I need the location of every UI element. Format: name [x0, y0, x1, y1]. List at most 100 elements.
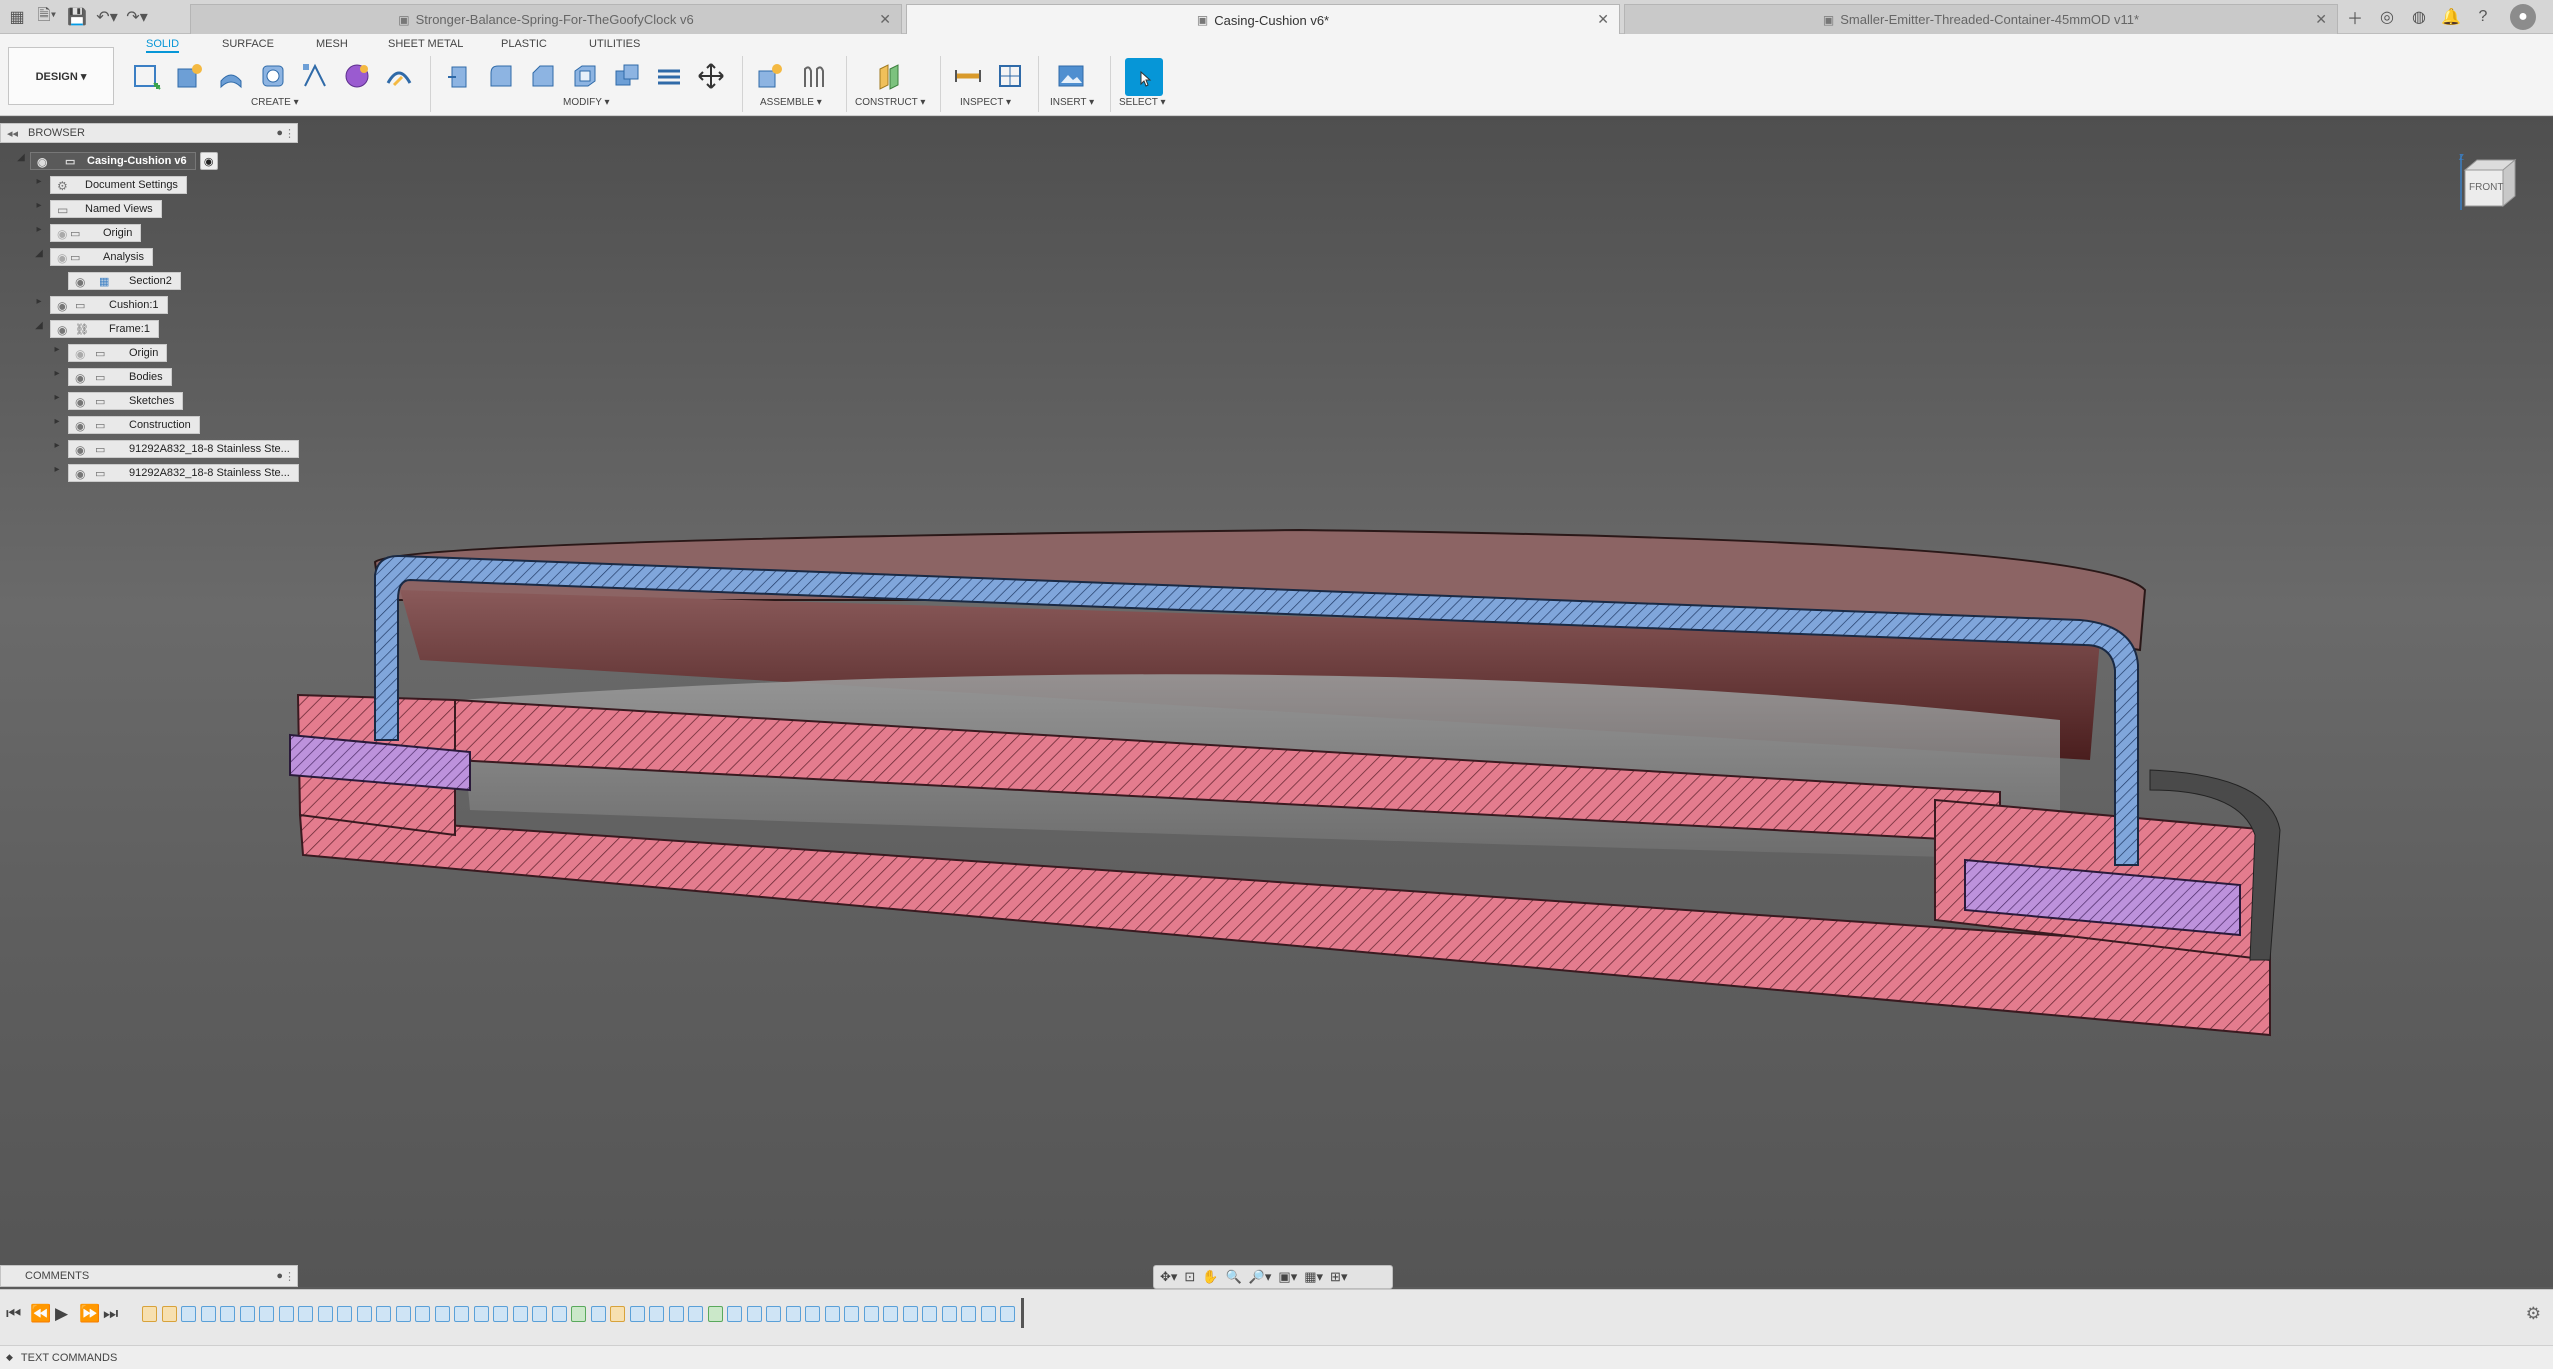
tab-plastic[interactable]: PLASTIC	[501, 35, 547, 53]
shell-icon[interactable]	[567, 58, 603, 94]
expand-arrow-icon[interactable]: ▸	[50, 392, 64, 403]
timeline-feature-icon[interactable]	[961, 1306, 976, 1322]
visibility-eye-icon[interactable]: ◉	[75, 466, 85, 482]
panel-grip-icon[interactable]: ⋮	[284, 1270, 295, 1283]
timeline-feature-icon[interactable]	[532, 1306, 547, 1322]
document-tab-1[interactable]: ▣ Casing-Cushion v6* ✕	[906, 4, 1620, 35]
panel-grip-icon[interactable]: ⋮	[284, 127, 295, 140]
gear-icon[interactable]: ⚙	[2526, 1304, 2541, 1324]
pan-icon[interactable]: ✋	[1202, 1269, 1218, 1285]
help-icon[interactable]: ?	[2470, 4, 2496, 30]
app-grid-icon[interactable]: ▦	[4, 4, 30, 30]
timeline-feature-icon[interactable]	[220, 1306, 235, 1322]
timeline-feature-icon[interactable]	[785, 1306, 801, 1322]
timeline-feature-icon[interactable]	[610, 1306, 625, 1322]
zoom-icon[interactable]: 🔍	[1226, 1269, 1242, 1285]
viewcube-face-label[interactable]: FRONT	[2469, 182, 2503, 193]
press-pull-icon[interactable]	[441, 58, 477, 94]
rib-icon[interactable]	[381, 58, 417, 94]
collapse-arrow-icon[interactable]: ◢	[14, 152, 28, 163]
select-icon[interactable]	[1125, 58, 1163, 96]
expand-arrow-icon[interactable]: ▸	[32, 296, 46, 307]
timeline-feature-icon[interactable]	[590, 1306, 606, 1322]
timeline-feature-icon[interactable]	[688, 1306, 703, 1322]
viewports-icon[interactable]: ⊞▾	[1330, 1269, 1347, 1285]
timeline-feature-icon[interactable]	[239, 1306, 255, 1322]
tab-surface[interactable]: SURFACE	[222, 35, 274, 53]
close-tab-icon[interactable]: ✕	[1597, 11, 1609, 28]
timeline-feature-icon[interactable]	[181, 1306, 196, 1322]
browser-panel-header[interactable]: ◂◂ BROWSER ● ⋮	[0, 123, 298, 143]
timeline-feature-icon[interactable]	[512, 1306, 528, 1322]
timeline-feature-icon[interactable]	[259, 1306, 274, 1322]
combine-icon[interactable]	[609, 58, 645, 94]
timeline-feature-icon[interactable]	[805, 1306, 820, 1322]
grid-settings-icon[interactable]: ▦▾	[1304, 1269, 1323, 1285]
tree-item-analysis[interactable]: ◉ ▭ Analysis	[50, 248, 153, 266]
measure-icon[interactable]	[950, 58, 986, 94]
select-group-label[interactable]: SELECT ▾	[1119, 97, 1166, 108]
expand-arrow-icon[interactable]: ▸	[50, 416, 64, 427]
tab-solid[interactable]: SOLID	[146, 35, 180, 53]
timeline-feature-icon[interactable]	[376, 1306, 391, 1322]
create-group-label[interactable]: CREATE ▾	[251, 97, 299, 108]
pin-icon[interactable]: ●	[276, 1270, 283, 1282]
visibility-eye-icon[interactable]: ◉	[75, 442, 85, 458]
tree-item-bodies[interactable]: ◉ ▭ Bodies	[68, 368, 172, 386]
go-to-start-icon[interactable]: ⏮	[6, 1304, 21, 1324]
timeline-feature-icon[interactable]	[629, 1306, 645, 1322]
timeline-feature-icon[interactable]	[317, 1306, 333, 1322]
tree-item-section2[interactable]: ◉ ▦ Section2	[68, 272, 181, 290]
tree-item-sketches[interactable]: ◉ ▭ Sketches	[68, 392, 184, 410]
timeline-feature-icon[interactable]	[883, 1306, 898, 1322]
timeline-feature-icon[interactable]	[337, 1306, 352, 1322]
timeline-feature-icon[interactable]	[298, 1306, 313, 1322]
timeline-feature-icon[interactable]	[493, 1306, 508, 1322]
step-forward-icon[interactable]: ⏩	[79, 1304, 100, 1324]
loft-icon[interactable]	[339, 58, 375, 94]
timeline-feature-icon[interactable]	[454, 1306, 469, 1322]
file-menu-icon[interactable]: 🗎▾	[34, 4, 60, 30]
tab-utilities[interactable]: UTILITIES	[589, 35, 640, 53]
collapse-arrow-icon[interactable]: ◢	[32, 248, 46, 259]
3d-viewport[interactable]	[0, 117, 2553, 1287]
expand-arrow-icon[interactable]: ▸	[32, 200, 46, 211]
expand-arrow-icon[interactable]: ▸	[50, 464, 64, 475]
tab-mesh[interactable]: MESH	[316, 35, 348, 53]
timeline-feature-icon[interactable]	[278, 1306, 294, 1322]
collapse-arrow-icon[interactable]: ◢	[32, 320, 46, 331]
notifications-icon[interactable]: 🔔	[2438, 4, 2464, 30]
timeline-feature-icon[interactable]	[434, 1306, 450, 1322]
timeline-feature-icon[interactable]	[727, 1306, 742, 1322]
timeline-feature-icon[interactable]	[863, 1306, 879, 1322]
create-form-icon[interactable]	[171, 58, 207, 94]
timeline-feature-icon[interactable]	[922, 1306, 937, 1322]
timeline-feature-icon[interactable]	[707, 1306, 723, 1322]
timeline-feature-icon[interactable]	[668, 1306, 684, 1322]
timeline-feature-icon[interactable]	[161, 1306, 177, 1322]
look-at-icon[interactable]: ⊡	[1184, 1269, 1195, 1285]
fit-icon[interactable]: 🔎▾	[1249, 1269, 1272, 1285]
expand-arrow-icon[interactable]: ▸	[50, 344, 64, 355]
construct-group-label[interactable]: CONSTRUCT ▾	[855, 97, 925, 108]
tab-sheet-metal[interactable]: SHEET METAL	[388, 35, 463, 53]
timeline-feature-icon[interactable]	[746, 1306, 762, 1322]
viewcube[interactable]: Z FRONT	[2455, 152, 2523, 214]
timeline-feature-icon[interactable]	[142, 1306, 157, 1322]
offset-plane-icon[interactable]	[871, 58, 907, 94]
tree-item-frame[interactable]: ◉ ⛓ Frame:1	[50, 320, 159, 338]
play-icon[interactable]: ▶	[55, 1304, 68, 1324]
undo-icon[interactable]: ↶▾	[94, 4, 120, 30]
expand-arrow-icon[interactable]: ▸	[50, 440, 64, 451]
assemble-group-label[interactable]: ASSEMBLE ▾	[760, 97, 822, 108]
offset-face-icon[interactable]	[651, 58, 687, 94]
insert-group-label[interactable]: INSERT ▾	[1050, 97, 1094, 108]
move-icon[interactable]	[693, 58, 729, 94]
go-to-end-icon[interactable]: ⏭	[103, 1304, 118, 1324]
timeline-feature-icon[interactable]	[649, 1306, 664, 1322]
redo-icon[interactable]: ↷▾	[124, 4, 150, 30]
timeline-feature-icon[interactable]	[844, 1306, 859, 1322]
timeline-feature-icon[interactable]	[824, 1306, 840, 1322]
timeline-feature-icon[interactable]	[473, 1306, 489, 1322]
timeline-feature-icon[interactable]	[551, 1306, 567, 1322]
